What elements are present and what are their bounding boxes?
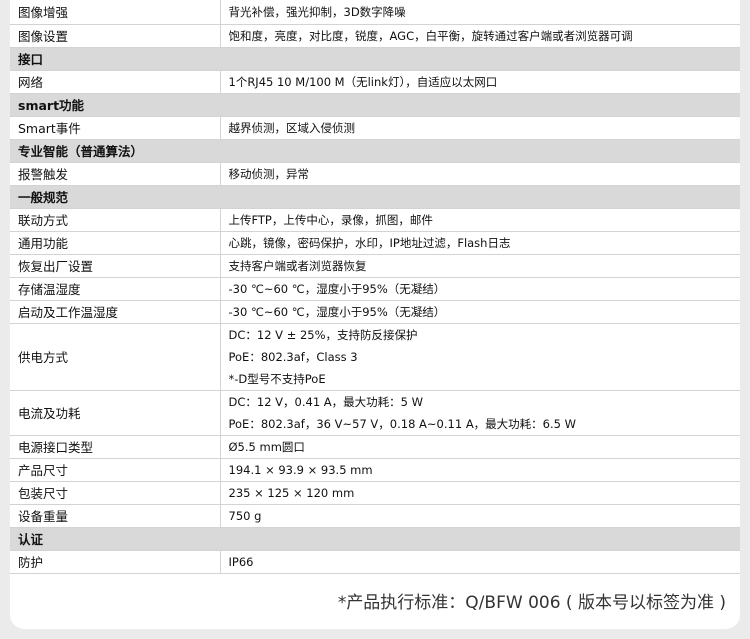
section-header: 认证 [10, 527, 740, 551]
spec-label: 防护 [10, 550, 221, 574]
spec-row: 恢复出厂设置 支持客户端或者浏览器恢复 [10, 254, 740, 278]
section-title: 认证 [10, 527, 740, 551]
section-header: 接口 [10, 47, 740, 71]
spec-label: 通用功能 [10, 231, 221, 255]
spec-row: 电源接口类型 Ø5.5 mm圆口 [10, 435, 740, 459]
spec-value: 移动侦测，异常 [220, 162, 740, 186]
spec-row: 网络 1个RJ45 10 M/100 M（无link灯），自适应以太网口 [10, 70, 740, 94]
spec-value: 235 × 125 × 120 mm [220, 481, 740, 505]
spec-label: 电流及功耗 [10, 390, 221, 436]
spec-row: 图像设置 饱和度，亮度，对比度，锐度，AGC，白平衡，旋转通过客户端或者浏览器可调 [10, 24, 740, 48]
spec-value: DC：12 V，0.41 A，最大功耗：5 W PoE：802.3af，36 V~… [220, 390, 740, 436]
spec-value: 1个RJ45 10 M/100 M（无link灯），自适应以太网口 [220, 70, 740, 94]
spec-row: 联动方式 上传FTP，上传中心，录像，抓图，邮件 [10, 208, 740, 232]
spec-label: 供电方式 [10, 323, 221, 391]
spec-row: 通用功能 心跳，镜像，密码保护，水印，IP地址过滤，Flash日志 [10, 231, 740, 255]
spec-label: 恢复出厂设置 [10, 254, 221, 278]
spec-label: 图像设置 [10, 24, 221, 48]
spec-row: 供电方式 DC：12 V ± 25%，支持防反接保护 PoE：802.3af，Cla… [10, 323, 740, 391]
spec-row: 存储温湿度 -30 ℃~60 ℃，湿度小于95%（无凝结） [10, 277, 740, 301]
spec-row: 设备重量 750 g [10, 504, 740, 528]
spec-label: 网络 [10, 70, 221, 94]
spec-row: 图像增强 背光补偿，强光抑制，3D数字降噪 [10, 0, 740, 25]
spec-value: 背光补偿，强光抑制，3D数字降噪 [220, 0, 740, 25]
spec-label: 包装尺寸 [10, 481, 221, 505]
spec-value: -30 ℃~60 ℃，湿度小于95%（无凝结） [220, 300, 740, 324]
spec-value: -30 ℃~60 ℃，湿度小于95%（无凝结） [220, 277, 740, 301]
standard-footnote: *产品执行标准：Q/BFW 006 ( 版本号以标签为准 ) [337, 593, 726, 613]
section-header: smart功能 [10, 93, 740, 117]
spec-label: 设备重量 [10, 504, 221, 528]
spec-value: Ø5.5 mm圆口 [220, 435, 740, 459]
spec-value: 越界侦测，区域入侵侦测 [220, 116, 740, 140]
spec-row: 报警触发 移动侦测，异常 [10, 162, 740, 186]
spec-label: Smart事件 [10, 116, 221, 140]
section-title: smart功能 [10, 93, 740, 117]
spec-value: 上传FTP，上传中心，录像，抓图，邮件 [220, 208, 740, 232]
spec-row: 防护 IP66 [10, 550, 740, 574]
section-header: 一般规范 [10, 185, 740, 209]
spec-value: 750 g [220, 504, 740, 528]
spec-label: 电源接口类型 [10, 435, 221, 459]
spec-value-line: PoE：802.3af，36 V~57 V，0.18 A~0.11 A，最大功耗… [228, 416, 577, 431]
spec-table: 图像增强 背光补偿，强光抑制，3D数字降噪 图像设置 饱和度，亮度，对比度，锐度，AG… [10, 0, 740, 574]
spec-value: IP66 [220, 550, 740, 574]
spec-label: 联动方式 [10, 208, 221, 232]
spec-value: 饱和度，亮度，对比度，锐度，AGC，白平衡，旋转通过客户端或者浏览器可调 [220, 24, 740, 48]
spec-row: Smart事件 越界侦测，区域入侵侦测 [10, 116, 740, 140]
spec-card: 图像增强 背光补偿，强光抑制，3D数字降噪 图像设置 饱和度，亮度，对比度，锐度，AG… [10, 0, 740, 629]
spec-value-line: PoE：802.3af，Class 3 [228, 349, 358, 364]
spec-value: 心跳，镜像，密码保护，水印，IP地址过滤，Flash日志 [220, 231, 740, 255]
section-title: 接口 [10, 47, 740, 71]
spec-row: 产品尺寸 194.1 × 93.9 × 93.5 mm [10, 458, 740, 482]
spec-label: 存储温湿度 [10, 277, 221, 301]
spec-value: 支持客户端或者浏览器恢复 [220, 254, 740, 278]
spec-label: 产品尺寸 [10, 458, 221, 482]
section-header: 专业智能（普通算法） [10, 139, 740, 163]
spec-value-line: *-D型号不支持PoE [228, 371, 326, 386]
spec-label: 报警触发 [10, 162, 221, 186]
spec-row: 启动及工作温湿度 -30 ℃~60 ℃，湿度小于95%（无凝结） [10, 300, 740, 324]
spec-row: 包装尺寸 235 × 125 × 120 mm [10, 481, 740, 505]
section-title: 专业智能（普通算法） [10, 139, 740, 163]
section-title: 一般规范 [10, 185, 740, 209]
spec-value: DC：12 V ± 25%，支持防反接保护 PoE：802.3af，Class 3… [220, 323, 740, 391]
spec-label: 图像增强 [10, 0, 221, 25]
spec-row: 电流及功耗 DC：12 V，0.41 A，最大功耗：5 W PoE：802.3af，… [10, 390, 740, 436]
spec-value: 194.1 × 93.9 × 93.5 mm [220, 458, 740, 482]
spec-value-line: DC：12 V，0.41 A，最大功耗：5 W [228, 394, 424, 409]
spec-value-line: DC：12 V ± 25%，支持防反接保护 [228, 327, 418, 342]
spec-label: 启动及工作温湿度 [10, 300, 221, 324]
